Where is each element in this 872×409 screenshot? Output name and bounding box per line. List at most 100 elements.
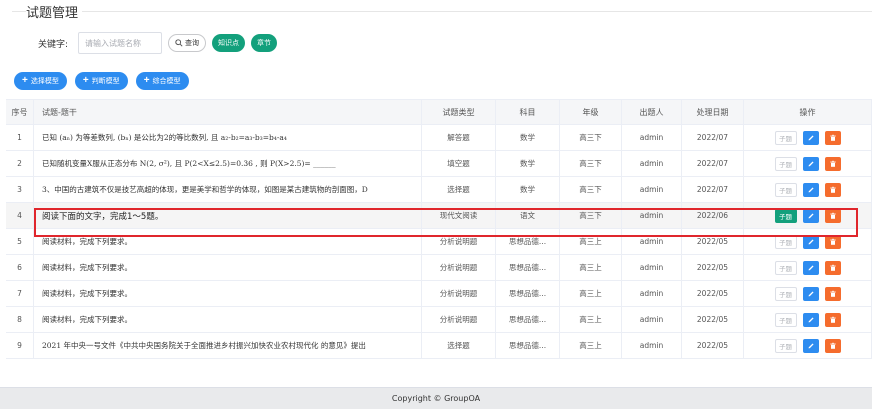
edit-button[interactable] — [802, 312, 819, 327]
pencil-icon — [808, 290, 814, 296]
row-subject: 思想品德... — [496, 281, 560, 306]
chapter-button[interactable]: 章节 — [251, 34, 278, 52]
sub-question-button[interactable]: 子题 — [774, 130, 797, 145]
trash-icon — [829, 342, 836, 349]
delete-button[interactable] — [824, 234, 841, 249]
row-date: 2022/05 — [682, 229, 744, 254]
row-date: 2022/05 — [682, 281, 744, 306]
sub-question-button[interactable]: 子题 — [774, 156, 797, 171]
copyright-text: Copyright © GroupOA — [391, 394, 481, 403]
pencil-icon — [808, 238, 814, 244]
row-stem-cell: 已知 (aₙ) 为等差数列, (bₙ) 是公比为2的等比数列, 且 a₂-b₂=… — [34, 125, 422, 150]
delete-button[interactable] — [824, 208, 841, 223]
delete-button[interactable] — [824, 338, 841, 353]
sub-question-button[interactable]: 子题 — [774, 234, 797, 249]
pencil-icon — [808, 134, 814, 140]
row-subject: 数学 — [496, 125, 560, 150]
row-actions: 子题 — [744, 125, 872, 150]
row-date: 2022/07 — [682, 151, 744, 176]
row-actions: 子题 — [744, 281, 872, 306]
delete-button[interactable] — [824, 286, 841, 301]
trash-icon — [829, 160, 836, 167]
table-row[interactable]: 6 阅读材料，完成下列要求。 分析说明题 思想品德... 高三上 admin 2022/05… — [6, 255, 872, 281]
row-type: 分析说明题 — [422, 307, 496, 332]
row-subject: 思想品德... — [496, 229, 560, 254]
table-row[interactable]: 1 已知 (aₙ) 为等差数列, (bₙ) 是公比为2的等比数列, 且 a₂-b₂… — [6, 125, 872, 151]
sub-question-button[interactable]: 子题 — [774, 260, 797, 275]
delete-button[interactable] — [824, 156, 841, 171]
query-button[interactable]: 查询 — [168, 34, 207, 52]
trash-icon — [829, 186, 836, 193]
plus-icon: + — [82, 75, 89, 86]
row-no: 6 — [6, 255, 34, 280]
table-row[interactable]: 7 阅读材料，完成下列要求。 分析说明题 思想品德... 高三上 admin 2022/05… — [6, 281, 872, 307]
column-header-grade: 年级 — [560, 100, 622, 124]
row-grade: 高三上 — [560, 229, 622, 254]
sub-question-button[interactable]: 子题 — [774, 182, 797, 197]
row-actions: 子题 — [744, 333, 872, 358]
row-subject: 数学 — [496, 177, 560, 202]
delete-button[interactable] — [824, 130, 841, 145]
table-row[interactable]: 9 2021 年中央一号文件《中共中央国务院关于全面推进乡村振兴加快农业农村现代化… — [6, 333, 872, 359]
row-actions: 子题 — [744, 307, 872, 332]
row-no: 4 — [6, 203, 34, 228]
add-composite-model-button[interactable]: + 综合模型 — [135, 72, 189, 90]
trash-icon — [829, 264, 836, 271]
row-type: 分析说明题 — [422, 229, 496, 254]
row-stem: 阅读材料，完成下列要求。 — [42, 263, 132, 272]
page: 试题管理 关键字: 查询 知识点 章节 + 选择模型 + 判断模型 + 综合模型… — [0, 0, 872, 409]
sub-question-button[interactable]: 子题 — [774, 338, 797, 353]
row-stem-cell: 阅读下面的文字，完成1～5题。 — [34, 203, 422, 228]
pencil-icon — [808, 316, 814, 322]
edit-button[interactable] — [802, 338, 819, 353]
pencil-icon — [808, 212, 814, 218]
row-stem-cell: 阅读材料，完成下列要求。 — [34, 307, 422, 332]
row-type: 现代文阅读 — [422, 203, 496, 228]
add-choice-model-button[interactable]: + 选择模型 — [14, 72, 67, 90]
row-no: 5 — [6, 229, 34, 254]
page-title: 试题管理 — [26, 2, 83, 21]
edit-button[interactable] — [802, 234, 819, 249]
column-header-type: 试题类型 — [422, 100, 496, 124]
table-row[interactable]: 2 已知随机变量X服从正态分布 N(2, σ²), 且 P(2<X≤2.5)=0.… — [6, 151, 872, 177]
table-header: 序号 试题-题干 试题类型 科目 年级 出题人 处理日期 操作 — [6, 99, 872, 125]
row-grade: 高三上 — [560, 281, 622, 306]
row-type: 填空题 — [422, 151, 496, 176]
column-header-subject: 科目 — [496, 100, 560, 124]
row-grade: 高三下 — [560, 125, 622, 150]
trash-icon — [829, 134, 836, 141]
delete-button[interactable] — [824, 182, 841, 197]
model-toolbar: + 选择模型 + 判断模型 + 综合模型 — [14, 72, 189, 90]
edit-button[interactable] — [802, 208, 819, 223]
table-row[interactable]: 5 阅读材料，完成下列要求。 分析说明题 思想品德... 高三上 admin 2022/05… — [6, 229, 872, 255]
row-grade: 高三下 — [560, 203, 622, 228]
row-author: admin — [622, 229, 682, 254]
knowledge-button[interactable]: 知识点 — [212, 34, 246, 52]
edit-button[interactable] — [802, 286, 819, 301]
edit-button[interactable] — [802, 260, 819, 275]
table-row[interactable]: 4 阅读下面的文字，完成1～5题。 现代文阅读 语文 高三下 admin 2022/06 子题 — [6, 203, 872, 229]
row-type: 选择题 — [422, 333, 496, 358]
row-actions: 子题 — [744, 203, 872, 228]
table-row[interactable]: 8 阅读材料，完成下列要求。 分析说明题 思想品德... 高三上 admin 2022/05… — [6, 307, 872, 333]
add-judge-model-button[interactable]: + 判断模型 — [74, 72, 128, 90]
row-date: 2022/07 — [682, 177, 744, 202]
edit-button[interactable] — [802, 130, 819, 145]
sub-question-button[interactable]: 子题 — [774, 208, 797, 223]
edit-button[interactable] — [802, 182, 819, 197]
row-subject: 思想品德... — [496, 255, 560, 280]
delete-button[interactable] — [824, 260, 841, 275]
delete-button[interactable] — [824, 312, 841, 327]
row-stem-cell: 2021 年中央一号文件《中共中央国务院关于全面推进乡村振兴加快农业农村现代化 … — [34, 333, 422, 358]
keyword-input[interactable] — [78, 32, 163, 54]
row-author: admin — [622, 203, 682, 228]
row-stem-cell: 阅读材料，完成下列要求。 — [34, 229, 422, 254]
row-no: 8 — [6, 307, 34, 332]
row-author: admin — [622, 333, 682, 358]
sub-question-button[interactable]: 子题 — [774, 312, 797, 327]
question-table: 序号 试题-题干 试题类型 科目 年级 出题人 处理日期 操作 1 已知 (aₙ)… — [6, 99, 872, 359]
sub-question-button[interactable]: 子题 — [774, 286, 797, 301]
table-row[interactable]: 3 3、中国的古建筑不仅是技艺高超的体现，更是美学和哲学的体现，如图是某古建筑物的… — [6, 177, 872, 203]
row-stem: 已知 (aₙ) 为等差数列, (bₙ) 是公比为2的等比数列, 且 a₂-b₂=… — [42, 133, 287, 142]
edit-button[interactable] — [802, 156, 819, 171]
